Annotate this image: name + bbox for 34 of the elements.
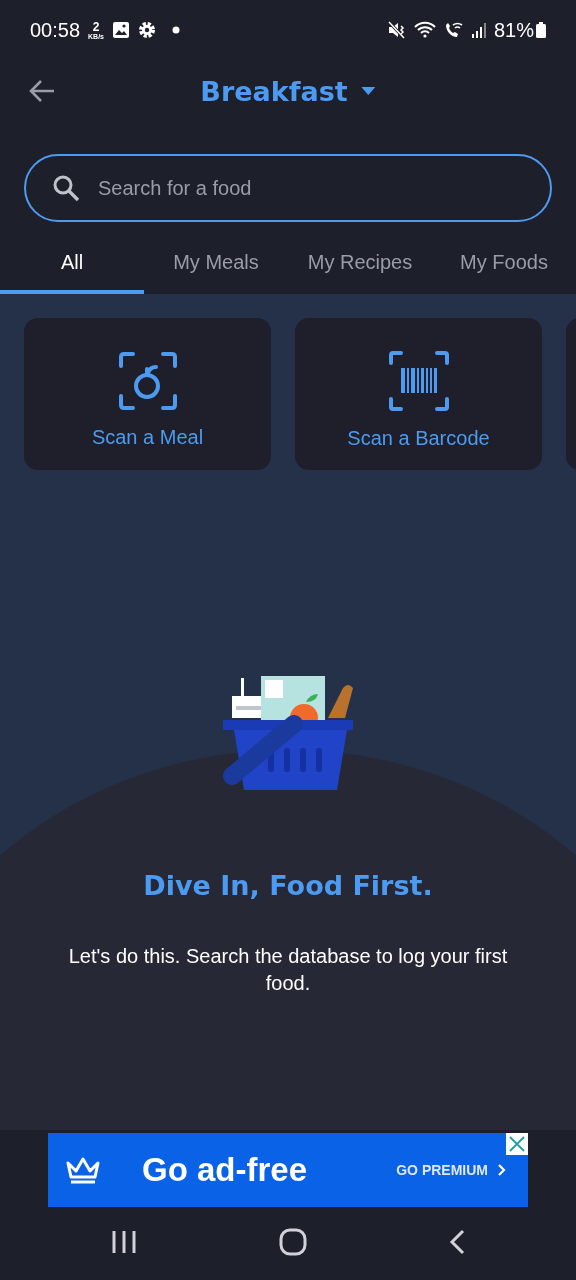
battery-percent: 81% (493, 18, 534, 42)
ad-banner[interactable]: Go ad-free GO PREMIUM (48, 1133, 528, 1207)
ad-headline: Go ad-free (142, 1151, 308, 1189)
back-button[interactable] (28, 79, 56, 103)
premium-link[interactable]: GO PREMIUM (396, 1162, 506, 1178)
recent-apps-icon (111, 1230, 137, 1254)
image-icon (112, 21, 130, 39)
empty-state-message: Let's do this. Search the database to log your first food. (67, 944, 509, 996)
dot-icon (172, 26, 180, 34)
wifi-icon (412, 21, 437, 39)
scan-card[interactable]: Scan a Barcode (295, 318, 542, 470)
home-icon (279, 1228, 307, 1256)
tab[interactable]: My Meals (144, 234, 288, 294)
mute-icon (387, 21, 406, 39)
search-input[interactable]: Search for a food (96, 175, 524, 201)
close-button[interactable] (506, 1133, 528, 1155)
search-icon (52, 174, 80, 202)
meal-dropdown[interactable]: Breakfast (200, 60, 376, 122)
barcode-scan-icon (388, 350, 449, 411)
empty-state-title: Dive In, Food First. (143, 870, 433, 901)
signal-icon (470, 21, 487, 39)
wifi-calling-icon (443, 21, 464, 39)
chevron-icon (498, 1164, 506, 1176)
tab[interactable]: My Recipes (288, 234, 432, 294)
scan-fruit-icon (118, 351, 177, 410)
crown-icon (64, 1155, 102, 1185)
tab[interactable]: My Foods (432, 234, 576, 294)
scan-card[interactable]: Scan a Meal (24, 318, 271, 470)
search-field[interactable]: Search for a food (24, 154, 552, 222)
settings-icon (138, 21, 156, 39)
battery-icon (536, 22, 546, 38)
clock-time: 00:58 (30, 18, 81, 42)
back-icon (449, 1229, 465, 1255)
caret-icon (361, 87, 376, 95)
